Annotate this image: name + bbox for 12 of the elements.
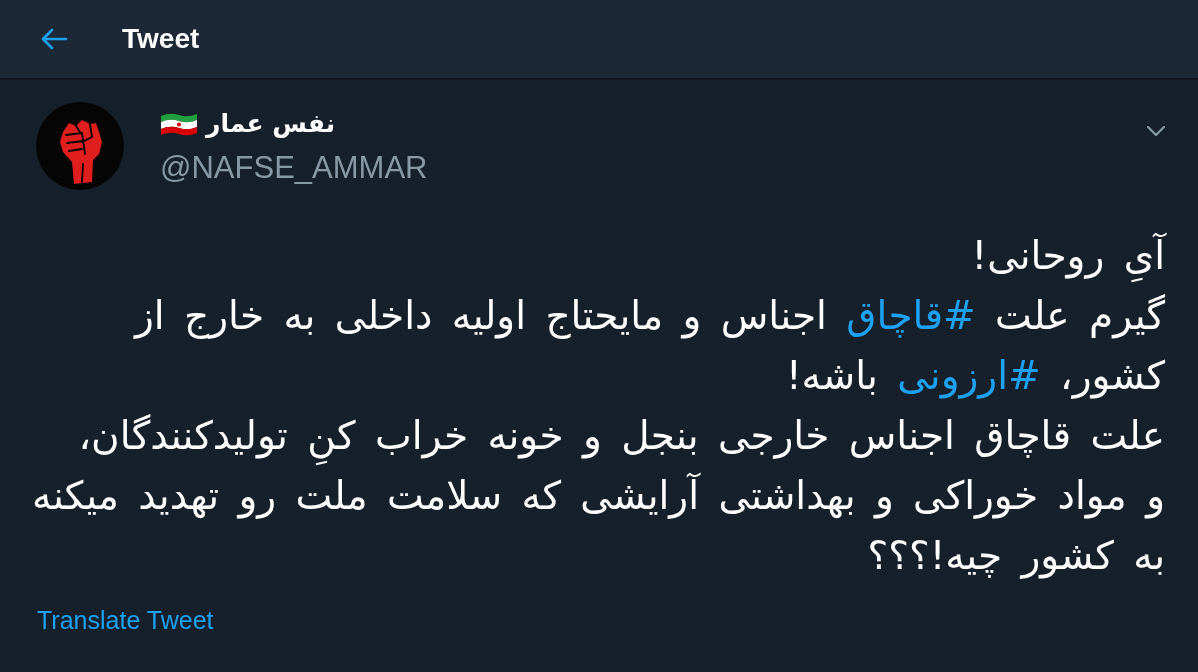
chevron-down-icon [1147, 126, 1165, 136]
author-handle: @NAFSE_AMMAR [160, 149, 428, 187]
fist-avatar-icon[interactable] [36, 102, 124, 190]
page-title: Tweet [122, 23, 200, 55]
more-button[interactable] [1147, 126, 1165, 136]
translate-tweet-link[interactable]: Translate Tweet [37, 604, 214, 636]
back-arrow-icon [40, 28, 68, 50]
hashtag-link[interactable]: #قاچاق [846, 293, 976, 338]
tweet-text: آیِ روحانی! گیرم علت #قاچاق اجناس و مایحتاج اولیه داخلی به خارج از کشور، #ارزونی باشه! علت قاچاق اجناس خارجی بنجل و خونه خراب کنِ تولیدکنندگان، و مواد خوراکی و بهداشتی آرایشی که سلامت ملت رو تهدید میکنه به کشور چیه!؟؟؟ [36, 231, 1165, 581]
hashtag-link[interactable]: #ارزونی [897, 353, 1041, 398]
author-name: نفس عمار [206, 108, 336, 140]
flag-icon [160, 111, 198, 137]
